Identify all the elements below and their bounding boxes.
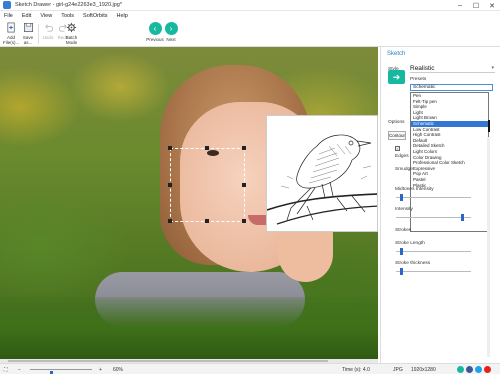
resize-handle[interactable] [242, 183, 246, 187]
menu-file[interactable]: File [4, 13, 13, 19]
menu-view[interactable]: View [40, 13, 52, 19]
toolbar: Add File(s)... Save as... Undo Redo Batc… [0, 20, 500, 47]
batch-mode-button[interactable]: Batch Mode [64, 22, 79, 45]
undo-icon [44, 24, 53, 32]
gear-icon [66, 22, 77, 33]
menu-tools[interactable]: Tools [61, 13, 74, 19]
edges-label: Edges [395, 154, 409, 159]
image-format: JPG [393, 367, 403, 373]
app-icon [3, 1, 11, 9]
image-canvas[interactable] [0, 47, 378, 359]
save-as-button[interactable]: Save as... [20, 22, 36, 45]
tab-contour[interactable]: Contour [388, 131, 406, 140]
previous-button[interactable]: ‹ Previous [146, 22, 164, 42]
midtones-label: Midtones Intensity [395, 187, 434, 192]
presets-dropdown-list[interactable]: Pen Felt-Tip pen Simple Light Light Brown Sch… [410, 92, 489, 232]
zoom-slider[interactable] [30, 369, 92, 374]
stroke-length-label: Stroke Length [395, 241, 425, 246]
stroke-thickness-slider[interactable] [396, 268, 471, 275]
menu-help[interactable]: Help [116, 13, 127, 19]
stroke-length-slider[interactable] [396, 248, 471, 255]
arrow-left-icon: ‹ [148, 22, 162, 35]
arrow-right-icon: ➔ [392, 72, 401, 82]
resize-handle[interactable] [168, 146, 172, 150]
window-controls: – ☐ ✕ [452, 0, 500, 11]
resize-handle[interactable] [205, 146, 209, 150]
resize-handle[interactable] [242, 146, 246, 150]
edges-checkbox[interactable]: ✓ [395, 146, 400, 151]
zoom-out-icon[interactable]: − [18, 367, 21, 373]
selection-rectangle[interactable] [168, 146, 246, 223]
presets-label: Presets [410, 77, 427, 82]
add-file-icon [6, 22, 15, 33]
youtube-icon[interactable] [484, 366, 491, 373]
maximize-icon[interactable]: ☐ [468, 0, 484, 11]
processing-time: Time (s): 4.0 [342, 367, 370, 373]
slider-knob[interactable] [399, 248, 403, 255]
status-bar: ⛶ − + 60% Time (s): 4.0 JPG 1920x1280 [0, 363, 500, 374]
resize-handle[interactable] [205, 219, 209, 223]
intensity-label: Intensity [395, 207, 413, 212]
photo-grass [0, 297, 378, 359]
menu-softorbits[interactable]: SoftOrbits [83, 13, 107, 19]
window-title: Sketch Drawer - girl-g24e2263e3_1920.jpg… [15, 2, 123, 8]
options-label: Options [388, 120, 405, 125]
bird-sketch-illustration [267, 134, 377, 225]
facebook-icon[interactable] [466, 366, 473, 373]
image-dimensions: 1920x1280 [411, 367, 436, 373]
sketch-settings-panel: Sketch Style Realistic ▾ ➔ Presets Schem… [380, 47, 500, 363]
fit-screen-icon[interactable]: ⛶ [4, 367, 8, 373]
minimize-icon[interactable]: – [452, 0, 468, 11]
ok-icon[interactable] [457, 366, 464, 373]
save-icon [23, 23, 33, 32]
chevron-down-icon: ▾ [491, 65, 494, 71]
undo-button[interactable]: Undo [40, 22, 56, 40]
stroke-thickness-label: Stroke thickness [395, 261, 431, 266]
zoom-value: 60% [113, 367, 124, 373]
title-bar: Sketch Drawer - girl-g24e2263e3_1920.jpg… [0, 0, 500, 11]
strokes-label: Strokes [395, 228, 412, 233]
resize-handle[interactable] [242, 219, 246, 223]
intensity-slider[interactable] [396, 214, 471, 221]
next-button[interactable]: › Next [164, 22, 178, 42]
smudge-label: Smudge [395, 167, 413, 172]
arrow-right-icon: › [164, 22, 178, 35]
add-files-button[interactable]: Add File(s)... [3, 22, 19, 45]
midtones-slider[interactable] [396, 194, 471, 201]
text-cursor-icon [488, 120, 490, 132]
presets-select[interactable]: Schematic [410, 84, 493, 91]
slider-knob[interactable] [399, 194, 403, 201]
resize-handle[interactable] [168, 183, 172, 187]
scrollbar-thumb[interactable] [8, 360, 328, 362]
slider-knob[interactable] [399, 268, 403, 275]
close-icon[interactable]: ✕ [484, 0, 500, 11]
toolbar-separator [38, 24, 39, 44]
sketch-preview [266, 115, 378, 232]
menu-bar: File Edit View Tools SoftOrbits Help [0, 11, 500, 20]
panel-vertical-scrollbar[interactable] [487, 137, 490, 357]
menu-edit[interactable]: Edit [22, 13, 31, 19]
resize-handle[interactable] [168, 219, 172, 223]
slider-knob[interactable] [460, 214, 464, 221]
panel-title: Sketch [387, 51, 406, 57]
twitter-icon[interactable] [475, 366, 482, 373]
style-select[interactable]: Realistic ▾ [410, 65, 495, 73]
zoom-in-icon[interactable]: + [99, 367, 102, 373]
apply-preset-button[interactable]: ➔ [388, 70, 405, 84]
